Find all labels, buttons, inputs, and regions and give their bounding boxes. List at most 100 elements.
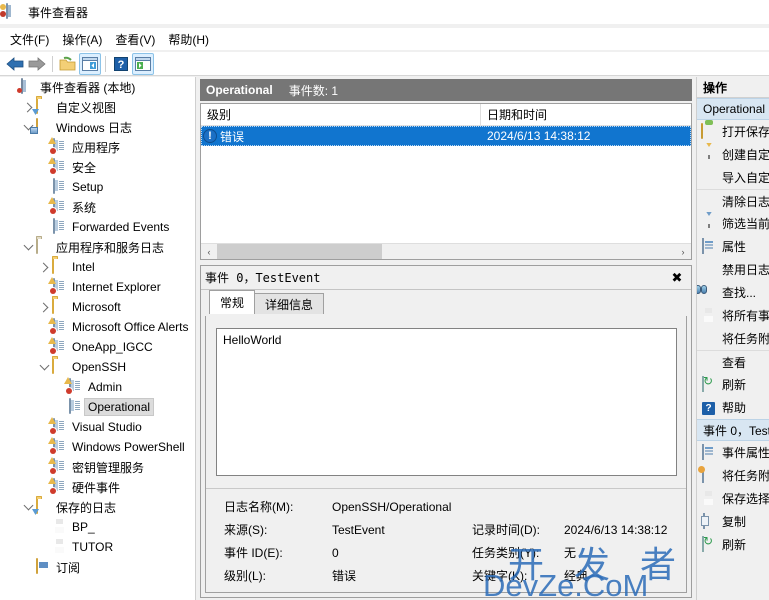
tree-node-bp_[interactable]: BP_ <box>0 517 195 537</box>
tab-details[interactable]: 详细信息 <box>254 293 325 314</box>
actions-pane: 操作 Operational 打开保存的日志... 创建自定义视图... 导入自定义视… <box>696 77 769 600</box>
action-item-1[interactable]: 将任务附加到此事件... <box>697 464 769 487</box>
tree-node-i19[interactable]: 密钥管理服务 <box>0 457 195 477</box>
tree-node-operational[interactable]: Operational <box>0 397 195 417</box>
tree-node-label: 密钥管理服务 <box>72 460 145 475</box>
tree-node-admin[interactable]: Admin <box>0 377 195 397</box>
scroll-track[interactable] <box>217 244 675 259</box>
action-item-10[interactable]: 查看 <box>697 350 769 373</box>
tree-node-i21[interactable]: 保存的日志 <box>0 497 195 517</box>
column-header-level[interactable]: 级别 <box>201 104 481 125</box>
scroll-thumb[interactable] <box>217 244 382 259</box>
tree-node-openssh[interactable]: OpenSSH <box>0 357 195 377</box>
action-item-8[interactable]: 将所有事件另存为... <box>697 304 769 327</box>
refresh-icon <box>701 375 717 393</box>
action-item-label: 事件属性 <box>722 446 769 460</box>
event-info-grid: 日志名称(M): OpenSSH/Operational 来源(S): TestEve… <box>206 488 686 592</box>
info-label-left: 日志名称(M): <box>224 500 294 514</box>
tree-node-internetexplorer[interactable]: Internet Explorer <box>0 277 195 297</box>
tree-node-microsoftofficealerts[interactable]: Microsoft Office Alerts <box>0 317 195 337</box>
action-item-4[interactable]: 筛选当前日志... <box>697 212 769 235</box>
tree-node-i8[interactable]: 应用程序和服务日志 <box>0 237 195 257</box>
tree-node-intel[interactable]: Intel <box>0 257 195 277</box>
tree-node-label: 自定义视图 <box>56 100 117 115</box>
scroll-right-icon[interactable]: › <box>675 244 691 259</box>
help-icon[interactable]: ? <box>110 53 132 75</box>
event-list-horizontal-scrollbar[interactable]: ‹ › <box>201 243 691 259</box>
log-icon <box>48 477 68 495</box>
chevron-down-icon[interactable] <box>20 499 36 515</box>
tree-node-label: Microsoft Office Alerts <box>72 320 189 334</box>
info-value-left: 0 <box>332 545 339 560</box>
menu-action[interactable]: 操作(A) <box>58 29 111 50</box>
diskette-icon <box>52 519 68 535</box>
chevron-right-icon[interactable] <box>36 299 52 315</box>
tree-node-i0[interactable]: 事件查看器 (本地) <box>0 77 195 97</box>
chevron-right-icon[interactable] <box>20 99 36 115</box>
tree-node-i24[interactable]: 订阅 <box>0 557 195 577</box>
info-label-right: 关键字(K): <box>472 569 528 583</box>
action-item-label: 清除日志... <box>722 194 769 209</box>
event-info-row: 日志名称(M): OpenSSH/Operational <box>224 495 686 518</box>
title-bar: 事件查看器 <box>0 0 769 24</box>
action-item-6[interactable]: 禁用日志 <box>697 258 769 281</box>
tree-node-label: Windows PowerShell <box>72 440 185 454</box>
column-header-datetime[interactable]: 日期和时间 <box>481 104 691 125</box>
tree-node-i20[interactable]: 硬件事件 <box>0 477 195 497</box>
tree-node-label: 安全 <box>72 160 97 175</box>
chevron-down-icon[interactable] <box>20 239 36 255</box>
action-pane-icon[interactable] <box>132 52 154 75</box>
open-folder-icon[interactable] <box>57 53 79 75</box>
event-info-row: 级别(L): 错误 关键字(K): 经典 <box>224 564 686 587</box>
action-item-3[interactable]: 复制 <box>697 510 769 533</box>
log-icon <box>48 337 68 355</box>
console-tree-pane[interactable]: 事件查看器 (本地) 自定义视图 Windows 日志 应用程序安全 Setup 系统 Fo… <box>0 77 196 600</box>
forward-arrow-icon[interactable] <box>26 53 48 75</box>
tree-node-i6[interactable]: 系统 <box>0 197 195 217</box>
action-item-11[interactable]: 刷新 <box>697 373 769 396</box>
action-item-0[interactable]: 事件属性 <box>697 441 769 464</box>
event-message-text[interactable]: HelloWorld <box>216 328 677 476</box>
tree-node-tutor[interactable]: TUTOR <box>0 537 195 557</box>
tree-node-i3[interactable]: 应用程序 <box>0 137 195 157</box>
action-item-1[interactable]: 创建自定义视图... <box>697 143 769 166</box>
clock-icon <box>701 466 717 484</box>
scroll-left-icon[interactable]: ‹ <box>201 244 217 259</box>
tree-node-visualstudio[interactable]: Visual Studio <box>0 417 195 437</box>
tree-node-oneapp_igcc[interactable]: OneApp_IGCC <box>0 337 195 357</box>
log-icon <box>68 398 84 415</box>
action-item-7[interactable]: 查找... <box>697 281 769 304</box>
action-item-label: 导入自定义视图... <box>722 171 769 185</box>
tree-node-forwardedevents[interactable]: Forwarded Events <box>0 217 195 237</box>
folder-icon <box>36 238 52 255</box>
action-item-label: 创建自定义视图... <box>722 148 769 162</box>
tree-node-microsoft[interactable]: Microsoft <box>0 297 195 317</box>
tree-node-setup[interactable]: Setup <box>0 177 195 197</box>
action-item-label: 复制 <box>722 515 747 529</box>
console-tree-icon[interactable] <box>79 52 101 75</box>
action-item-5[interactable]: 属性 <box>697 235 769 258</box>
tab-general[interactable]: 常规 <box>209 290 256 314</box>
chevron-right-icon[interactable] <box>36 259 52 275</box>
table-row[interactable]: ! 错误 2024/6/13 14:38:12 <box>201 126 691 146</box>
action-item-9[interactable]: 将任务附加到此日志... <box>697 327 769 350</box>
event-list[interactable]: 级别 日期和时间 ! 错误 2024/6/13 14:38:12 ‹ › <box>200 103 692 260</box>
tree-node-i4[interactable]: 安全 <box>0 157 195 177</box>
tree-node-windowspowershell[interactable]: Windows PowerShell <box>0 437 195 457</box>
action-item-3[interactable]: 清除日志... <box>697 189 769 212</box>
close-icon[interactable]: ✖ <box>669 270 685 286</box>
action-item-0[interactable]: 打开保存的日志... <box>697 120 769 143</box>
detail-tabs: 常规 详细信息 <box>201 290 691 314</box>
action-item-4[interactable]: 刷新 <box>697 533 769 556</box>
menu-file[interactable]: 文件(F) <box>6 29 58 50</box>
action-item-12[interactable]: ? 帮助 <box>697 396 769 419</box>
chevron-down-icon[interactable] <box>36 359 52 375</box>
action-item-label: 打开保存的日志... <box>722 125 769 139</box>
tree-node-i1[interactable]: 自定义视图 <box>0 97 195 117</box>
menu-view[interactable]: 查看(V) <box>111 29 164 50</box>
menu-help[interactable]: 帮助(H) <box>164 29 218 50</box>
back-arrow-icon[interactable] <box>4 53 26 75</box>
action-item-2[interactable]: 保存选择的事件... <box>697 487 769 510</box>
tree-node-windows[interactable]: Windows 日志 <box>0 117 195 137</box>
action-item-2[interactable]: 导入自定义视图... <box>697 166 769 189</box>
